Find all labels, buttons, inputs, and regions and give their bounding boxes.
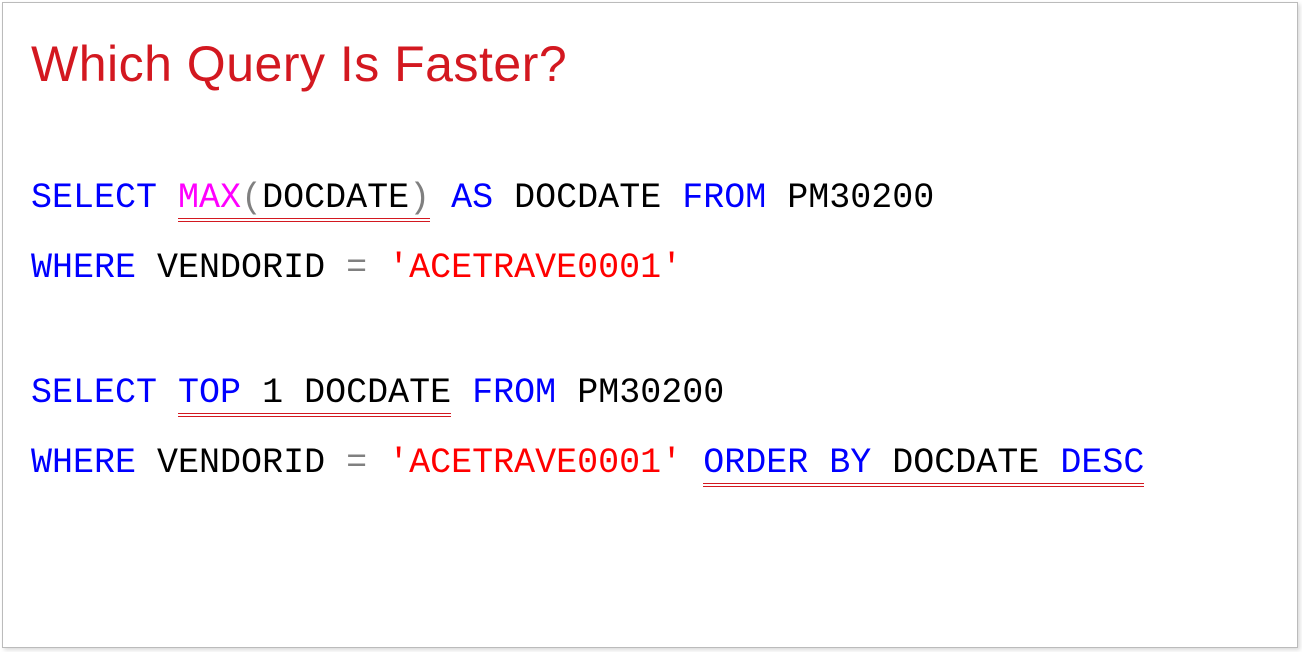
col-vendorid: VENDORID	[157, 443, 325, 483]
kw-from: FROM	[472, 373, 556, 413]
op-eq: =	[346, 443, 367, 483]
slide-title: Which Query Is Faster?	[31, 35, 1269, 93]
order-col: DOCDATE	[892, 443, 1039, 483]
order-clause: ORDER BY DOCDATE DESC	[703, 443, 1144, 487]
str-vendor: 'ACETRAVE0001'	[388, 443, 682, 483]
kw-desc: DESC	[1060, 443, 1144, 483]
col-docdate: DOCDATE	[304, 373, 451, 413]
top-n: 1	[262, 373, 283, 413]
kw-where: WHERE	[31, 248, 136, 288]
slide: Which Query Is Faster? SELECT MAX(DOCDAT…	[2, 2, 1298, 648]
top-clause: TOP 1 DOCDATE	[178, 373, 451, 417]
alias-docdate: DOCDATE	[514, 178, 661, 218]
col-docdate: DOCDATE	[262, 178, 409, 218]
str-vendor: 'ACETRAVE0001'	[388, 248, 682, 288]
table-name: PM30200	[577, 373, 724, 413]
lparen: (	[241, 178, 262, 218]
kw-select: SELECT	[31, 373, 157, 413]
query-1: SELECT MAX(DOCDATE) AS DOCDATE FROM PM30…	[31, 163, 1269, 303]
kw-from: FROM	[682, 178, 766, 218]
kw-order: ORDER	[703, 443, 808, 483]
kw-top: TOP	[178, 373, 241, 413]
rparen: )	[409, 178, 430, 218]
max-call: MAX(DOCDATE)	[178, 178, 430, 222]
kw-by: BY	[829, 443, 871, 483]
kw-where: WHERE	[31, 443, 136, 483]
kw-max: MAX	[178, 178, 241, 218]
op-eq: =	[346, 248, 367, 288]
kw-select: SELECT	[31, 178, 157, 218]
kw-as: AS	[451, 178, 493, 218]
col-vendorid: VENDORID	[157, 248, 325, 288]
query-2: SELECT TOP 1 DOCDATE FROM PM30200 WHERE …	[31, 358, 1269, 498]
table-name: PM30200	[787, 178, 934, 218]
